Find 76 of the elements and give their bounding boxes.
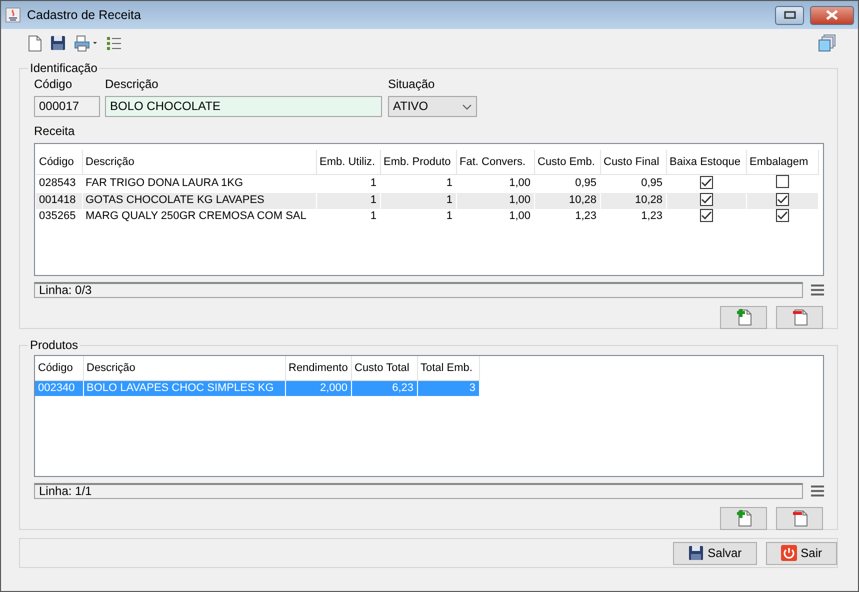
- table-cell: 001418: [36, 192, 82, 208]
- close-icon: [825, 10, 839, 20]
- status-field: Linha: 1/1: [34, 483, 803, 499]
- power-icon: [780, 545, 797, 561]
- section-title: Identificação: [29, 61, 98, 75]
- close-button[interactable]: [810, 6, 854, 24]
- column-header[interactable]: Emb. Utiliz.: [316, 150, 380, 174]
- column-header[interactable]: Descrição: [82, 150, 316, 174]
- status-dropdown[interactable]: ATIVO: [388, 96, 477, 117]
- column-header[interactable]: Emb. Produto: [380, 150, 456, 174]
- table-cell: 2,000: [285, 380, 351, 396]
- field-label: Situação: [388, 77, 436, 91]
- table-cell: 1: [380, 192, 456, 208]
- chevron-down-icon: [462, 104, 472, 110]
- table-cell: 1: [316, 208, 380, 224]
- table-cell: 1: [380, 208, 456, 224]
- window-title: Cadastro de Receita: [27, 6, 142, 24]
- save-icon: [688, 545, 704, 561]
- restore-button[interactable]: [775, 6, 804, 24]
- section-label: Receita: [34, 124, 76, 138]
- exit-button[interactable]: Sair: [766, 542, 837, 564]
- save-icon[interactable]: [50, 35, 66, 51]
- table-cell: MARG QUALY 250GR CREMOSA COM SAL: [82, 208, 316, 224]
- checkbox[interactable]: [700, 192, 712, 206]
- column-header[interactable]: Código: [36, 150, 82, 174]
- field-label: Código: [34, 77, 74, 91]
- menu-icon[interactable]: [811, 485, 824, 497]
- checkbox[interactable]: [776, 208, 788, 222]
- table-cell: BOLO LAVAPES CHOC SIMPLES KG: [83, 380, 285, 396]
- add-button[interactable]: [720, 507, 767, 530]
- add-document-icon: [736, 510, 752, 527]
- menu-icon[interactable]: [811, 284, 824, 296]
- table-cell: 035265: [36, 208, 82, 224]
- checkbox[interactable]: [776, 192, 788, 206]
- table-cell: 1: [316, 192, 380, 208]
- checkbox[interactable]: [700, 208, 712, 222]
- column-header[interactable]: Custo Final: [600, 150, 666, 174]
- column-header[interactable]: Embalagem: [746, 150, 818, 174]
- restore-icon: [784, 11, 796, 19]
- checkbox[interactable]: [776, 174, 788, 188]
- windows-icon[interactable]: [818, 34, 836, 52]
- save-button[interactable]: Salvar: [672, 542, 757, 564]
- status-field: Linha: 0/3: [34, 282, 803, 298]
- printer-icon[interactable]: [74, 34, 98, 52]
- section-title: Produtos: [29, 338, 80, 352]
- checkbox[interactable]: [700, 176, 712, 188]
- remove-button[interactable]: [776, 306, 823, 329]
- add-document-icon: [736, 309, 752, 326]
- table-cell: 1,00: [456, 208, 534, 224]
- column-header[interactable]: Custo Emb.: [534, 150, 600, 174]
- table-cell: 6,23: [351, 380, 417, 396]
- new-document-icon[interactable]: [26, 34, 42, 52]
- app-icon: [5, 7, 21, 23]
- column-header[interactable]: Rendimento: [285, 356, 351, 380]
- table-cell: 1,23: [600, 208, 666, 224]
- column-header[interactable]: Código: [35, 356, 83, 380]
- description-field[interactable]: BOLO CHOCOLATE: [105, 96, 382, 117]
- list-icon[interactable]: [106, 35, 122, 51]
- table-cell: 10,28: [600, 192, 666, 208]
- add-button[interactable]: [720, 306, 767, 329]
- column-header[interactable]: Descrição: [83, 356, 285, 380]
- column-header[interactable]: Custo Total: [351, 356, 417, 380]
- column-header[interactable]: Fat. Convers.: [456, 150, 534, 174]
- table-cell: 10,28: [534, 192, 600, 208]
- remove-button[interactable]: [776, 507, 823, 530]
- code-field[interactable]: 000017: [34, 96, 100, 117]
- table-cell: 002340: [35, 380, 83, 396]
- table-cell: 1,23: [534, 208, 600, 224]
- field-label: Descrição: [105, 77, 160, 91]
- remove-document-icon: [792, 510, 808, 527]
- column-header[interactable]: Baixa Estoque: [666, 150, 746, 174]
- remove-document-icon: [792, 309, 808, 326]
- table-cell: 1,00: [456, 192, 534, 208]
- table-cell: 3: [417, 380, 479, 396]
- table-cell: GOTAS CHOCOLATE KG LAVAPES: [82, 192, 316, 208]
- column-header[interactable]: Total Emb.: [417, 356, 479, 380]
